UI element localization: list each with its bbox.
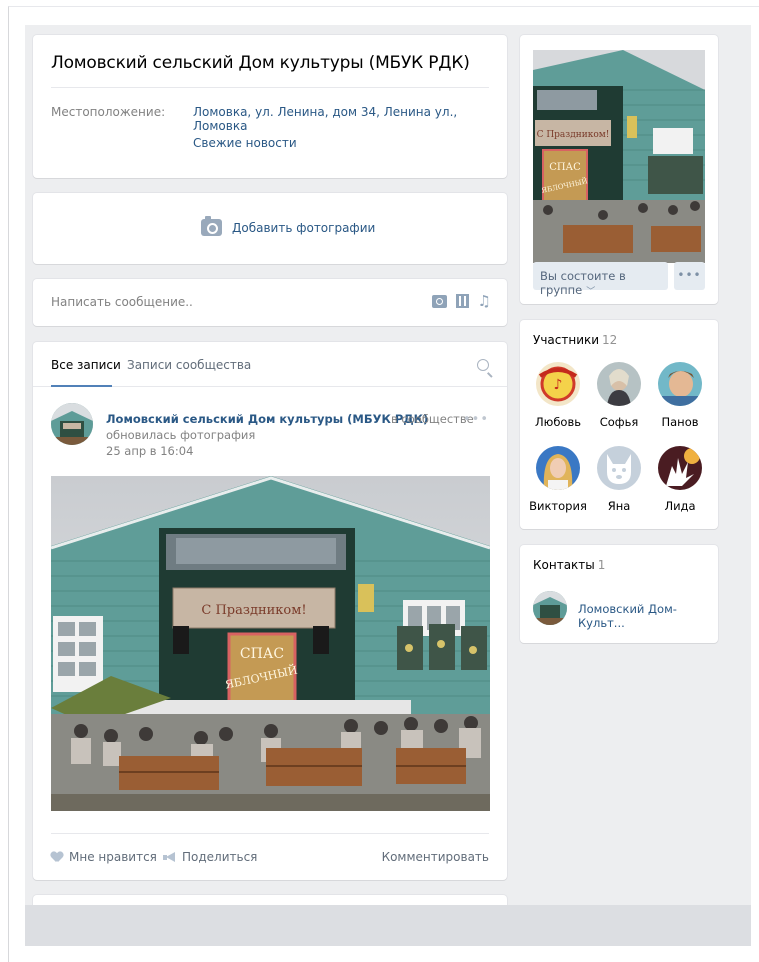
group-cover-photo[interactable]: С Праздником! СПАС ЯБЛОЧНЫЙ xyxy=(533,50,705,263)
member-avatar xyxy=(658,362,702,406)
more-actions-button[interactable]: ••• xyxy=(674,262,705,290)
tab-community-posts[interactable]: Записи сообщества xyxy=(127,358,251,372)
group-info-card: Ломовский сельский Дом культуры (МБУК РД… xyxy=(33,35,507,178)
location-label: Местоположение: xyxy=(51,105,166,119)
active-tab-indicator xyxy=(51,385,112,387)
contact-name-link[interactable]: Ломовский Дом-Культ... xyxy=(578,602,718,630)
post-composer[interactable]: Написать сообщение.. ♫ xyxy=(33,279,507,326)
member-avatar xyxy=(658,446,702,490)
svg-text:С Праздником!: С Праздником! xyxy=(537,130,610,140)
members-header[interactable]: Участники 12 xyxy=(533,333,617,347)
attach-icons: ♫ xyxy=(431,294,491,309)
share-button[interactable]: Поделиться xyxy=(163,850,257,864)
contacts-header[interactable]: Контакты 1 xyxy=(533,558,605,572)
location-link[interactable]: Ломовка, ул. Ленина, дом 34, Ленина ул.,… xyxy=(193,105,507,133)
share-label: Поделиться xyxy=(182,850,258,864)
footer-strip xyxy=(25,905,751,946)
share-icon xyxy=(163,851,176,863)
add-photos-card[interactable]: Добавить фотографии xyxy=(33,193,507,264)
contact-avatar[interactable] xyxy=(533,591,567,625)
member-name: Софья xyxy=(599,415,639,429)
photo-icon[interactable] xyxy=(431,294,447,308)
page: Ломовский сельский Дом культуры (МБУК РД… xyxy=(0,0,759,962)
chevron-down-icon: ﹀ xyxy=(586,287,596,297)
member-name: Виктория xyxy=(529,499,587,513)
divider xyxy=(51,833,489,834)
message-input[interactable]: Написать сообщение.. xyxy=(51,295,193,309)
post-date-link[interactable]: 25 апр в 16:04 xyxy=(106,444,193,458)
member-item[interactable]: Панов xyxy=(650,362,710,429)
search-icon[interactable] xyxy=(477,359,489,371)
wall-card: Все записи Записи сообщества Ломовский с… xyxy=(33,342,507,880)
contacts-card: Контакты 1 Ломовский Дом-Культ... xyxy=(520,545,718,643)
svg-text:♪: ♪ xyxy=(554,377,563,393)
add-photos-button[interactable]: Добавить фотографии xyxy=(201,216,376,236)
wall-tabs: Все записи Записи сообщества xyxy=(33,342,507,387)
post-more-icon[interactable]: ••• xyxy=(463,412,489,427)
comment-button[interactable]: Комментировать xyxy=(382,850,489,864)
member-avatar: ♪ xyxy=(536,362,580,406)
member-item[interactable]: Лида xyxy=(650,446,710,513)
member-name: Любовь xyxy=(534,415,581,429)
membership-dropdown[interactable]: Вы состоите в группе ﹀ xyxy=(533,262,668,297)
member-item[interactable]: ♪ Любовь xyxy=(528,362,588,429)
group-title: Ломовский сельский Дом культуры (МБУК РД… xyxy=(51,53,470,73)
svg-text:СПАС: СПАС xyxy=(240,646,284,662)
heart-icon xyxy=(51,852,63,863)
add-photos-label: Добавить фотографии xyxy=(232,220,376,235)
divider xyxy=(51,87,489,88)
like-button[interactable]: Мне нравится xyxy=(51,850,157,864)
post-author-link[interactable]: Ломовский сельский Дом культуры (МБУК РД… xyxy=(106,412,428,426)
news-link[interactable]: Свежие новости xyxy=(193,136,297,150)
post-action-text: обновилась фотография xyxy=(106,428,256,442)
members-card: Участники 12 ♪ Любовь Софья Панов Виктори… xyxy=(520,320,718,529)
next-post-card xyxy=(33,895,507,905)
member-name: Яна xyxy=(607,499,631,513)
camera-icon xyxy=(201,216,222,236)
contacts-count: 1 xyxy=(597,558,606,572)
contacts-title: Контакты xyxy=(533,558,595,572)
post-context: в сообществе xyxy=(391,412,474,426)
member-name: Панов xyxy=(661,415,699,429)
member-avatar xyxy=(536,446,580,490)
member-avatar xyxy=(597,362,641,406)
membership-label: Вы состоите в группе xyxy=(540,269,626,297)
video-icon[interactable] xyxy=(455,294,469,308)
members-title: Участники xyxy=(533,333,600,347)
member-avatar xyxy=(597,446,641,490)
member-item[interactable]: Софья xyxy=(589,362,649,429)
svg-text:СПАС: СПАС xyxy=(549,162,581,173)
post-author-avatar[interactable] xyxy=(51,403,93,445)
member-item[interactable]: Виктория xyxy=(528,446,588,513)
tab-all-posts[interactable]: Все записи xyxy=(51,358,121,372)
group-cover-card: С Праздником! СПАС ЯБЛОЧНЫЙ Вы состоите … xyxy=(520,35,718,304)
music-icon[interactable]: ♫ xyxy=(478,294,491,309)
photo-banner-text: С Праздником! xyxy=(201,603,306,618)
member-name: Лида xyxy=(664,499,696,513)
like-label: Мне нравится xyxy=(69,850,157,864)
member-item[interactable]: Яна xyxy=(589,446,649,513)
members-count: 12 xyxy=(602,333,618,347)
post-photo[interactable]: С Праздником! СПАС ЯБЛОЧНЫЙ xyxy=(51,476,490,811)
